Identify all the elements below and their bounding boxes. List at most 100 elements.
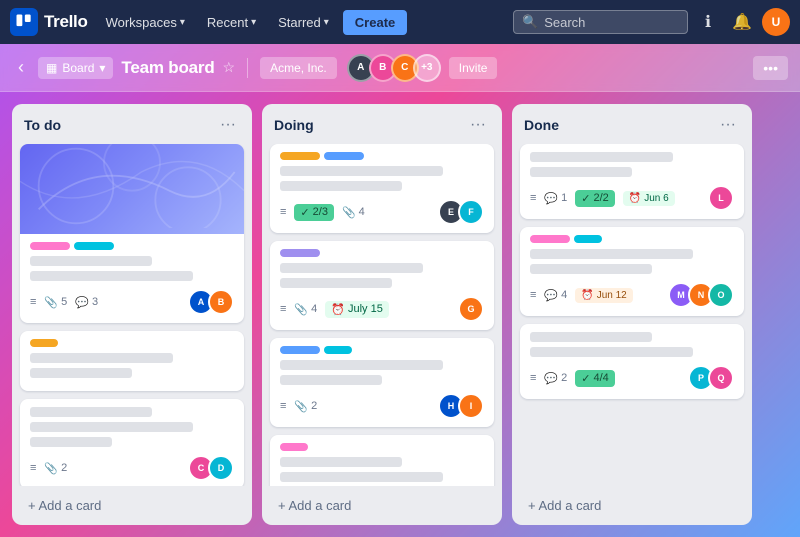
card-meta-date: ⏰ Jun 12 bbox=[575, 288, 632, 303]
list-done: Done ··· ≡ 💬 1 bbox=[512, 104, 752, 525]
list-todo-footer: + Add a card bbox=[12, 486, 252, 525]
card-meta-menu: ≡ bbox=[30, 462, 36, 474]
card-meta-menu: ≡ bbox=[30, 296, 36, 308]
card-avatar-1: G bbox=[458, 296, 484, 322]
label-blue bbox=[280, 346, 320, 354]
member-avatars: A B C +3 bbox=[347, 54, 441, 82]
label-cyan bbox=[574, 235, 602, 243]
card-footer: ≡ 📎 2 H I bbox=[280, 393, 484, 419]
card-footer: ≡ 📎 2 C D bbox=[30, 455, 234, 481]
workspace-button[interactable]: Acme, Inc. bbox=[260, 57, 337, 79]
list-done-menu-button[interactable]: ··· bbox=[716, 114, 740, 136]
card-doing-3-labels bbox=[280, 346, 484, 354]
card-avatar-2: D bbox=[208, 455, 234, 481]
card-meta-comment: 💬 2 bbox=[544, 372, 567, 385]
add-card-button-done[interactable]: + Add a card bbox=[522, 494, 742, 517]
card-meta-checklist: ✓ 2/2 bbox=[575, 190, 615, 207]
notifications-button[interactable]: 🔔 bbox=[728, 8, 756, 36]
trello-logo-icon bbox=[10, 8, 38, 36]
trello-logo: Trello bbox=[10, 8, 88, 36]
card-meta-clock: ⏰ July 15 bbox=[325, 301, 389, 318]
back-button[interactable]: ‹ bbox=[12, 55, 30, 80]
board-view-icon: ▦ bbox=[46, 61, 57, 75]
label-yellow bbox=[30, 339, 58, 347]
list-done-footer: + Add a card bbox=[512, 486, 752, 525]
card-doing-4-labels bbox=[280, 443, 484, 451]
card-doing-2[interactable]: ≡ 📎 4 ⏰ July 15 G bbox=[270, 241, 494, 330]
user-avatar[interactable]: U bbox=[762, 8, 790, 36]
label-yellow bbox=[280, 152, 320, 160]
card-title-line-2 bbox=[30, 422, 193, 432]
card-meta: ≡ 💬 1 ✓ 2/2 ⏰ Jun 6 bbox=[530, 190, 675, 207]
card-done-3[interactable]: ≡ 💬 2 ✓ 4/4 P Q bbox=[520, 324, 744, 399]
card-done-2-labels bbox=[530, 235, 734, 243]
card-meta-menu: ≡ bbox=[530, 192, 536, 204]
card-title-line-1 bbox=[280, 457, 402, 467]
card-doing-3[interactable]: ≡ 📎 2 H I bbox=[270, 338, 494, 427]
card-avatars: A B bbox=[188, 289, 234, 315]
more-members-button[interactable]: +3 bbox=[413, 54, 441, 82]
card-avatars: M N O bbox=[668, 282, 734, 308]
card-meta-menu: ≡ bbox=[280, 206, 286, 218]
starred-button[interactable]: Starred ▾ bbox=[270, 11, 337, 34]
recent-button[interactable]: Recent ▾ bbox=[199, 11, 264, 34]
card-meta-menu: ≡ bbox=[530, 289, 536, 301]
card-meta-menu: ≡ bbox=[280, 303, 286, 315]
list-todo-menu-button[interactable]: ··· bbox=[216, 114, 240, 136]
card-todo-2[interactable] bbox=[20, 331, 244, 391]
card-title-line-1 bbox=[530, 332, 652, 342]
card-title-line-1 bbox=[280, 360, 443, 370]
card-meta-menu: ≡ bbox=[530, 372, 536, 384]
card-todo-1-labels bbox=[30, 242, 234, 250]
search-bar[interactable]: 🔍 bbox=[513, 10, 688, 34]
board-view-button[interactable]: ▦ Board ▾ bbox=[38, 57, 113, 79]
card-title-line-2 bbox=[530, 264, 652, 274]
info-button[interactable]: ℹ bbox=[694, 8, 722, 36]
list-doing: Doing ··· ≡ ✓ bbox=[262, 104, 502, 525]
card-avatars: C D bbox=[188, 455, 234, 481]
star-button[interactable]: ☆ bbox=[223, 59, 236, 76]
board-header: ‹ ▦ Board ▾ Team board ☆ Acme, Inc. A B … bbox=[0, 44, 800, 92]
label-cyan bbox=[324, 346, 352, 354]
search-icon: 🔍 bbox=[522, 14, 538, 30]
list-doing-menu-button[interactable]: ··· bbox=[466, 114, 490, 136]
card-meta-date: ⏰ Jun 6 bbox=[623, 191, 675, 206]
list-doing-header: Doing ··· bbox=[262, 104, 502, 144]
card-todo-2-labels bbox=[30, 339, 234, 347]
card-meta: ≡ 💬 2 ✓ 4/4 bbox=[530, 370, 615, 387]
card-title-line-2 bbox=[530, 347, 693, 357]
label-pink bbox=[30, 242, 70, 250]
card-avatars: E F bbox=[438, 199, 484, 225]
card-meta-attach: 📎 4 bbox=[342, 206, 365, 219]
board-more-button[interactable]: ••• bbox=[753, 56, 788, 80]
add-card-button-todo[interactable]: + Add a card bbox=[22, 494, 242, 517]
card-title-line-2 bbox=[280, 375, 382, 385]
add-card-button-doing[interactable]: + Add a card bbox=[272, 494, 492, 517]
label-pink bbox=[280, 443, 308, 451]
card-meta: ≡ 📎 2 bbox=[280, 400, 317, 413]
create-button[interactable]: Create bbox=[343, 10, 407, 35]
card-meta-comment: 💬 1 bbox=[544, 192, 567, 205]
card-avatar-2: I bbox=[458, 393, 484, 419]
trello-icon bbox=[14, 12, 34, 32]
card-done-1[interactable]: ≡ 💬 1 ✓ 2/2 ⏰ Jun 6 bbox=[520, 144, 744, 219]
search-input[interactable] bbox=[544, 15, 679, 30]
card-doing-1[interactable]: ≡ ✓ 2/3 📎 4 E F bbox=[270, 144, 494, 233]
card-title-line-1 bbox=[30, 407, 152, 417]
list-todo: To do ··· bbox=[12, 104, 252, 525]
card-title-line-2 bbox=[30, 271, 193, 281]
card-done-2[interactable]: ≡ 💬 4 ⏰ Jun 12 M N O bbox=[520, 227, 744, 316]
workspaces-button[interactable]: Workspaces ▾ bbox=[98, 11, 193, 34]
board-title: Team board bbox=[121, 58, 214, 78]
card-todo-1[interactable]: ≡ 📎 5 💬 3 A B bbox=[20, 144, 244, 323]
card-todo-3[interactable]: ≡ 📎 2 C D bbox=[20, 399, 244, 486]
card-doing-1-labels bbox=[280, 152, 484, 160]
card-doing-2-labels bbox=[280, 249, 484, 257]
card-title-line-2 bbox=[530, 167, 632, 177]
invite-button[interactable]: Invite bbox=[449, 57, 498, 79]
card-footer: ≡ 💬 4 ⏰ Jun 12 M N O bbox=[530, 282, 734, 308]
card-doing-4[interactable]: ≡ 📎 4 💬 4 J K bbox=[270, 435, 494, 486]
list-todo-cards: ≡ 📎 5 💬 3 A B bbox=[12, 144, 252, 486]
card-avatars: P Q bbox=[688, 365, 734, 391]
list-todo-header: To do ··· bbox=[12, 104, 252, 144]
